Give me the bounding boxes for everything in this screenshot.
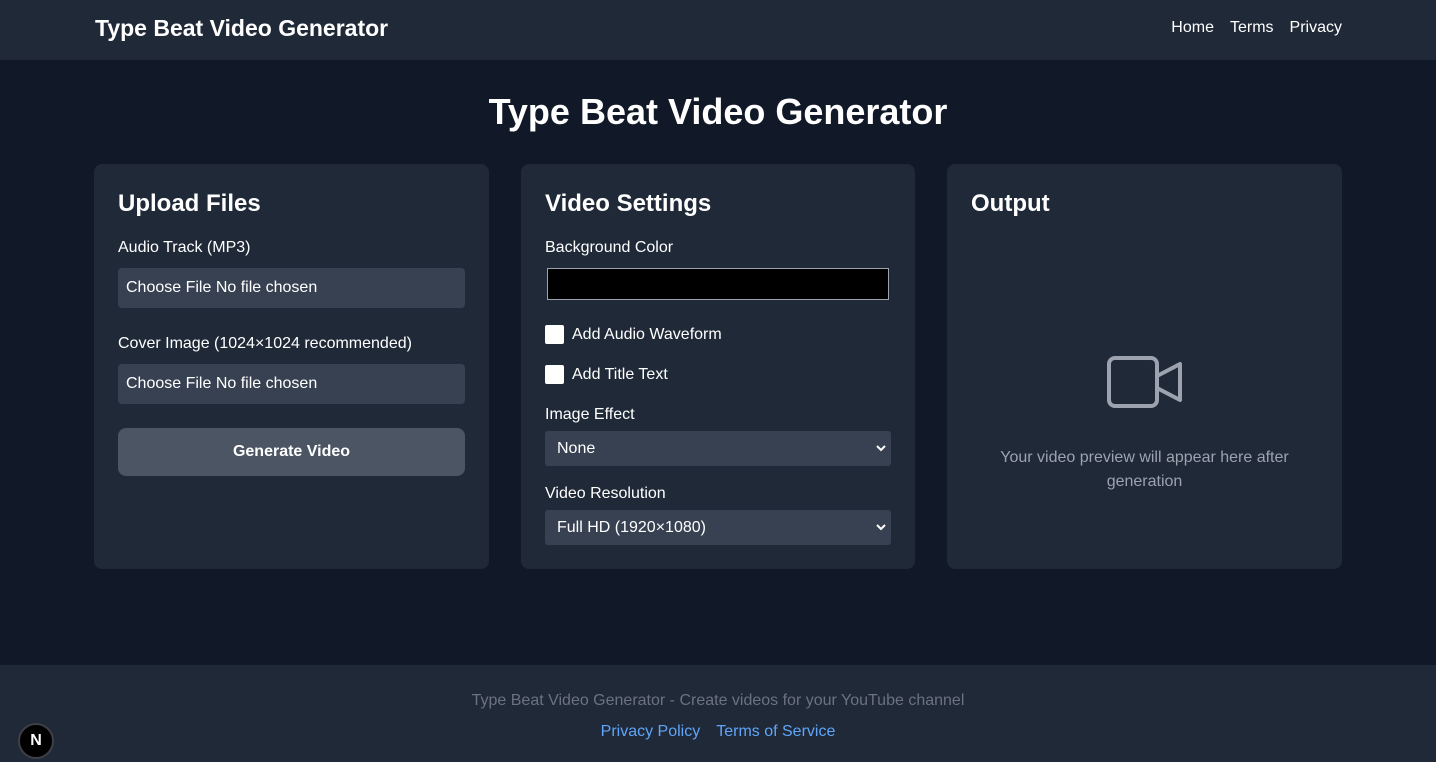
dev-tools-badge[interactable]: N (18, 723, 54, 759)
upload-files-card: Upload Files Audio Track (MP3) Choose Fi… (94, 164, 489, 569)
video-settings-card: Video Settings Background Color Add Audi… (521, 164, 915, 569)
cover-image-label: Cover Image (1024×1024 recommended) (118, 335, 412, 352)
chevron-down-icon (876, 524, 886, 531)
background-color-label: Background Color (545, 239, 674, 256)
audio-track-label: Audio Track (MP3) (118, 239, 251, 256)
title-text-label[interactable]: Add Title Text (572, 365, 668, 385)
cover-image-file-input[interactable]: Choose File No file chosen (118, 364, 465, 404)
top-nav-bar: Type Beat Video Generator Home Terms Pri… (0, 0, 1436, 60)
image-effect-value: None (557, 440, 596, 457)
video-resolution-select[interactable]: Full HD (1920×1080) (545, 510, 891, 545)
footer-links: Privacy Policy Terms of Service (0, 722, 1436, 742)
output-heading: Output (971, 190, 1050, 217)
page-title: Type Beat Video Generator (488, 91, 948, 132)
title-text-checkbox[interactable] (545, 365, 564, 384)
audio-waveform-checkbox[interactable] (545, 325, 564, 344)
video-settings-heading: Video Settings (545, 190, 712, 217)
audio-file-input[interactable]: Choose File No file chosen (118, 268, 465, 308)
chevron-down-icon (876, 445, 886, 452)
footer: Type Beat Video Generator - Create video… (0, 665, 1436, 762)
nav-terms-link[interactable]: Terms (1230, 18, 1274, 38)
upload-files-heading: Upload Files (118, 190, 261, 217)
background-color-input[interactable] (547, 268, 889, 300)
image-effect-select[interactable]: None (545, 431, 891, 466)
nav-home-link[interactable]: Home (1171, 18, 1214, 38)
privacy-policy-link[interactable]: Privacy Policy (601, 722, 701, 742)
video-resolution-label: Video Resolution (545, 485, 666, 502)
dev-badge-letter: N (30, 732, 42, 749)
terms-of-service-link[interactable]: Terms of Service (716, 722, 835, 742)
audio-waveform-label[interactable]: Add Audio Waveform (572, 325, 722, 345)
nav-links: Home Terms Privacy (1171, 18, 1342, 38)
image-effect-label: Image Effect (545, 406, 635, 423)
output-card: Output Your video preview will appear he… (947, 164, 1342, 569)
brand-title[interactable]: Type Beat Video Generator (95, 14, 388, 42)
video-camera-icon (1107, 356, 1182, 408)
video-resolution-value: Full HD (1920×1080) (557, 519, 706, 536)
footer-tagline: Type Beat Video Generator - Create video… (471, 692, 965, 709)
nav-privacy-link[interactable]: Privacy (1290, 18, 1342, 38)
generate-video-button[interactable]: Generate Video (118, 428, 465, 476)
video-preview-placeholder: Your video preview will appear here afte… (1000, 449, 1289, 490)
